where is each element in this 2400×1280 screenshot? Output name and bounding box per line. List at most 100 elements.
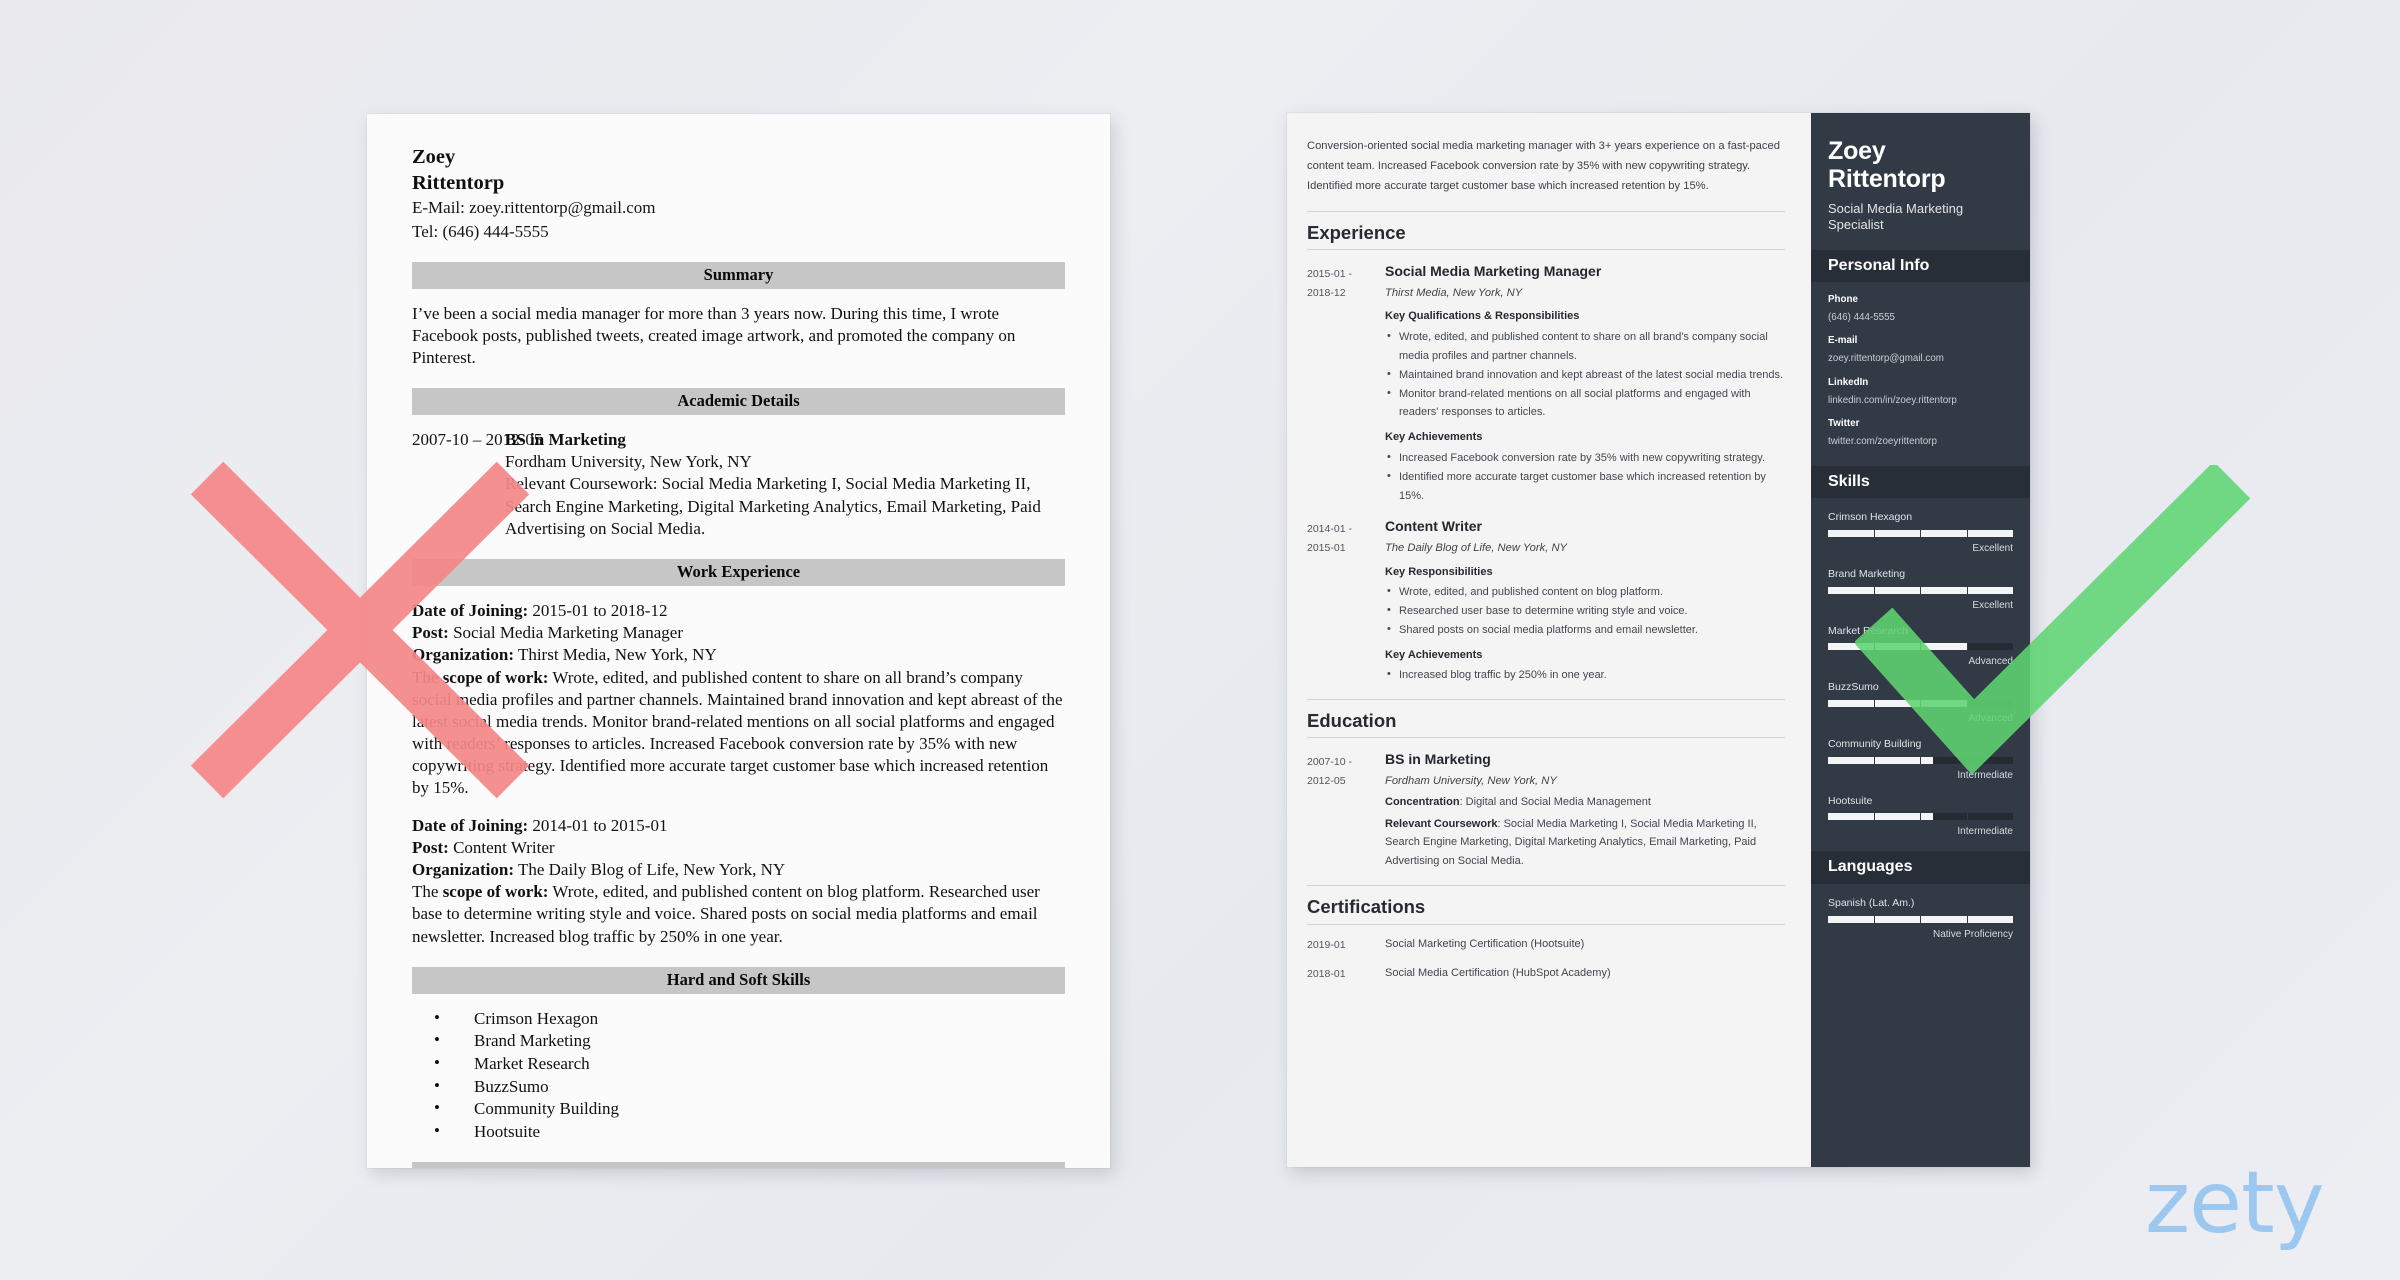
skill-row: Brand Marketing Excellent — [1811, 567, 2030, 612]
date-from: 2007-10 - — [1307, 756, 1352, 769]
skill-bar-ticks — [1828, 756, 2013, 764]
achievements-list: Increased Facebook conversion rate by 35… — [1385, 448, 1785, 506]
list-item: Shared posts on social media platforms a… — [1385, 620, 1785, 640]
sidebar-contacts: Phone (646) 444-5555 E-mail zoey.rittent… — [1811, 282, 2030, 454]
skill-bar-ticks — [1828, 529, 2013, 537]
skill-bar-ticks — [1828, 643, 2013, 651]
resume-sidebar: Zoey Rittentorp Social Media Marketing S… — [1811, 113, 2030, 1167]
job1-date-label: Date of Joining: — [412, 601, 529, 621]
section-header-certifications: Certifications — [412, 1162, 1065, 1168]
bad-resume-header: Zoey Rittentorp E-Mail: zoey.rittentorp@… — [412, 144, 1065, 243]
certification-date: 2019-01 — [1307, 938, 1346, 951]
summary-paragraph: Conversion-oriented social media marketi… — [1307, 140, 1780, 192]
list-item: BuzzSumo — [412, 1075, 1065, 1099]
bad-resume-document[interactable]: Zoey Rittentorp E-Mail: zoey.rittentorp@… — [367, 114, 1110, 1168]
summary-text: I’ve been a social media manager for mor… — [412, 303, 1016, 367]
skill-level: Advanced — [1968, 656, 2013, 668]
date-to: 2012-05 — [1307, 775, 1346, 788]
skill-name: Crimson Hexagon — [1828, 511, 1913, 524]
sidebar-name-line2: Rittentorp — [1828, 165, 1946, 193]
concentration-value: : Digital and Social Media Management — [1459, 795, 1651, 808]
skill-bar — [1828, 643, 2013, 651]
work-entry-spacer — [412, 799, 1065, 815]
job1-org-value: Thirst Media, New York, NY — [514, 645, 717, 665]
language-bar-ticks — [1828, 915, 2013, 923]
contact-label-linkedin: LinkedIn — [1828, 376, 1869, 388]
date-from: 2014-01 - — [1307, 523, 1352, 536]
job-organization: Thirst Media, New York, NY — [1385, 286, 1523, 299]
section-title-experience: Experience — [1307, 210, 1785, 251]
job1-date-value: 2015-01 to 2018-12 — [528, 601, 668, 621]
good-resume-document[interactable]: Conversion-oriented social media marketi… — [1287, 113, 2030, 1167]
sidebar-job-title: Social Media Marketing Specialist — [1828, 201, 1964, 233]
skill-bar-ticks — [1828, 586, 2013, 594]
subheading-responsibilities: Key Responsibilities — [1385, 565, 1493, 578]
sidebar-section-languages: Languages — [1811, 851, 2030, 884]
skills-list: Crimson Hexagon Brand Marketing Market R… — [412, 1007, 1065, 1144]
skill-level: Excellent — [1972, 542, 2013, 554]
achievements-list: Increased blog traffic by 250% in one ye… — [1385, 665, 1785, 685]
list-item: Brand Marketing — [412, 1029, 1065, 1053]
skill-name: BuzzSumo — [1828, 681, 1879, 694]
skill-name: Community Building — [1828, 737, 1922, 750]
certification-row: 2018-01 Social Media Certification (HubS… — [1307, 965, 1785, 984]
education-degree: BS in Marketing — [505, 429, 626, 449]
list-item: Crimson Hexagon — [412, 1007, 1065, 1031]
job1-post-label: Post: — [412, 623, 449, 643]
date-to: 2015-01 — [1307, 542, 1346, 555]
section-certifications: Certifications 2019-01 Social Marketing … — [1307, 885, 1785, 984]
education-school: Fordham University, New York, NY — [505, 452, 752, 472]
subheading-responsibilities: Key Qualifications & Responsibilities — [1385, 310, 1580, 323]
contact-value-linkedin[interactable]: linkedin.com/in/zoey.rittentorp — [1828, 394, 2013, 409]
sidebar-section-skills: Skills — [1811, 465, 2030, 499]
education-coursework: Relevant Coursework: Social Media Market… — [1385, 815, 1785, 872]
skill-level: Intermediate — [1957, 826, 2013, 838]
job2-post-label: Post: — [412, 838, 449, 858]
skill-level: Excellent — [1972, 599, 2013, 611]
sidebar-name-line1: Zoey — [1828, 137, 1886, 165]
good-resume-main-column: Conversion-oriented social media marketi… — [1287, 113, 1811, 1167]
job1-org-label: Organization: — [412, 645, 514, 665]
contact-value-phone[interactable]: (646) 444-5555 — [1828, 311, 2013, 326]
candidate-name-line1: Zoey — [412, 146, 456, 168]
job2-date-value: 2014-01 to 2015-01 — [528, 816, 668, 836]
certification-row: 2019-01 Social Marketing Certification (… — [1307, 936, 1785, 955]
skill-row: BuzzSumo Advanced — [1811, 680, 2030, 725]
section-header-work: Work Experience — [412, 559, 1065, 587]
job2-org-value: The Daily Blog of Life, New York, NY — [514, 860, 786, 880]
contact-value-email[interactable]: zoey.rittentorp@gmail.com — [1828, 352, 2013, 367]
job2-org-label: Organization: — [412, 860, 514, 880]
date-from: 2015-01 - — [1307, 268, 1352, 281]
job-title: Content Writer — [1385, 518, 1482, 535]
contact-label-email: E-mail — [1828, 335, 1858, 347]
job-title: Social Media Marketing Manager — [1385, 263, 1602, 280]
list-item: Researched user base to determine writin… — [1385, 601, 1785, 621]
sidebar-section-personal-info: Personal Info — [1811, 249, 2030, 283]
date-to: 2018-12 — [1307, 286, 1346, 299]
education-degree: BS in Marketing — [1385, 751, 1491, 768]
subheading-achievements: Key Achievements — [1385, 431, 1483, 444]
section-education: Education 2007-10 - 2012-05 BS in Market… — [1307, 699, 1785, 871]
language-row: Spanish (Lat. Am.) Native Proficiency — [1811, 896, 2030, 941]
job1-scope-prefix: The — [412, 667, 443, 687]
experience-dates-2: 2014-01 - 2015-01 — [1307, 518, 1385, 685]
responsibilities-list: Wrote, edited, and published content on … — [1385, 582, 1785, 640]
candidate-name-line2: Rittentorp — [412, 172, 505, 195]
skill-level: Advanced — [1968, 712, 2013, 724]
work-entry-1: Date of Joining: 2015-01 to 2018-12 Post… — [412, 600, 1065, 799]
coursework-label: Relevant Coursework — [1385, 817, 1498, 830]
experience-entry-2: 2014-01 - 2015-01 Content Writer The Dai… — [1307, 518, 1785, 685]
certification-date: 2018-01 — [1307, 968, 1346, 981]
candidate-phone: Tel: (646) 444-5555 — [412, 221, 549, 241]
education-entry: 2007-10 – 2012-05 BS in Marketing Fordha… — [412, 429, 1065, 540]
skill-row: Hootsuite Intermediate — [1811, 794, 2030, 839]
language-name: Spanish (Lat. Am.) — [1828, 896, 1915, 909]
sidebar-header: Zoey Rittentorp Social Media Marketing S… — [1811, 113, 2030, 250]
contact-value-twitter[interactable]: twitter.com/zoeyrittentorp — [1828, 435, 2013, 450]
certification-name: Social Media Certification (HubSpot Acad… — [1385, 967, 1611, 980]
skill-bar — [1828, 756, 2013, 764]
education-entry: 2007-10 - 2012-05 BS in Marketing Fordha… — [1307, 751, 1785, 871]
job1-post-value: Social Media Marketing Manager — [448, 623, 683, 643]
language-level: Native Proficiency — [1932, 928, 2013, 940]
education-school: Fordham University, New York, NY — [1385, 774, 1557, 787]
